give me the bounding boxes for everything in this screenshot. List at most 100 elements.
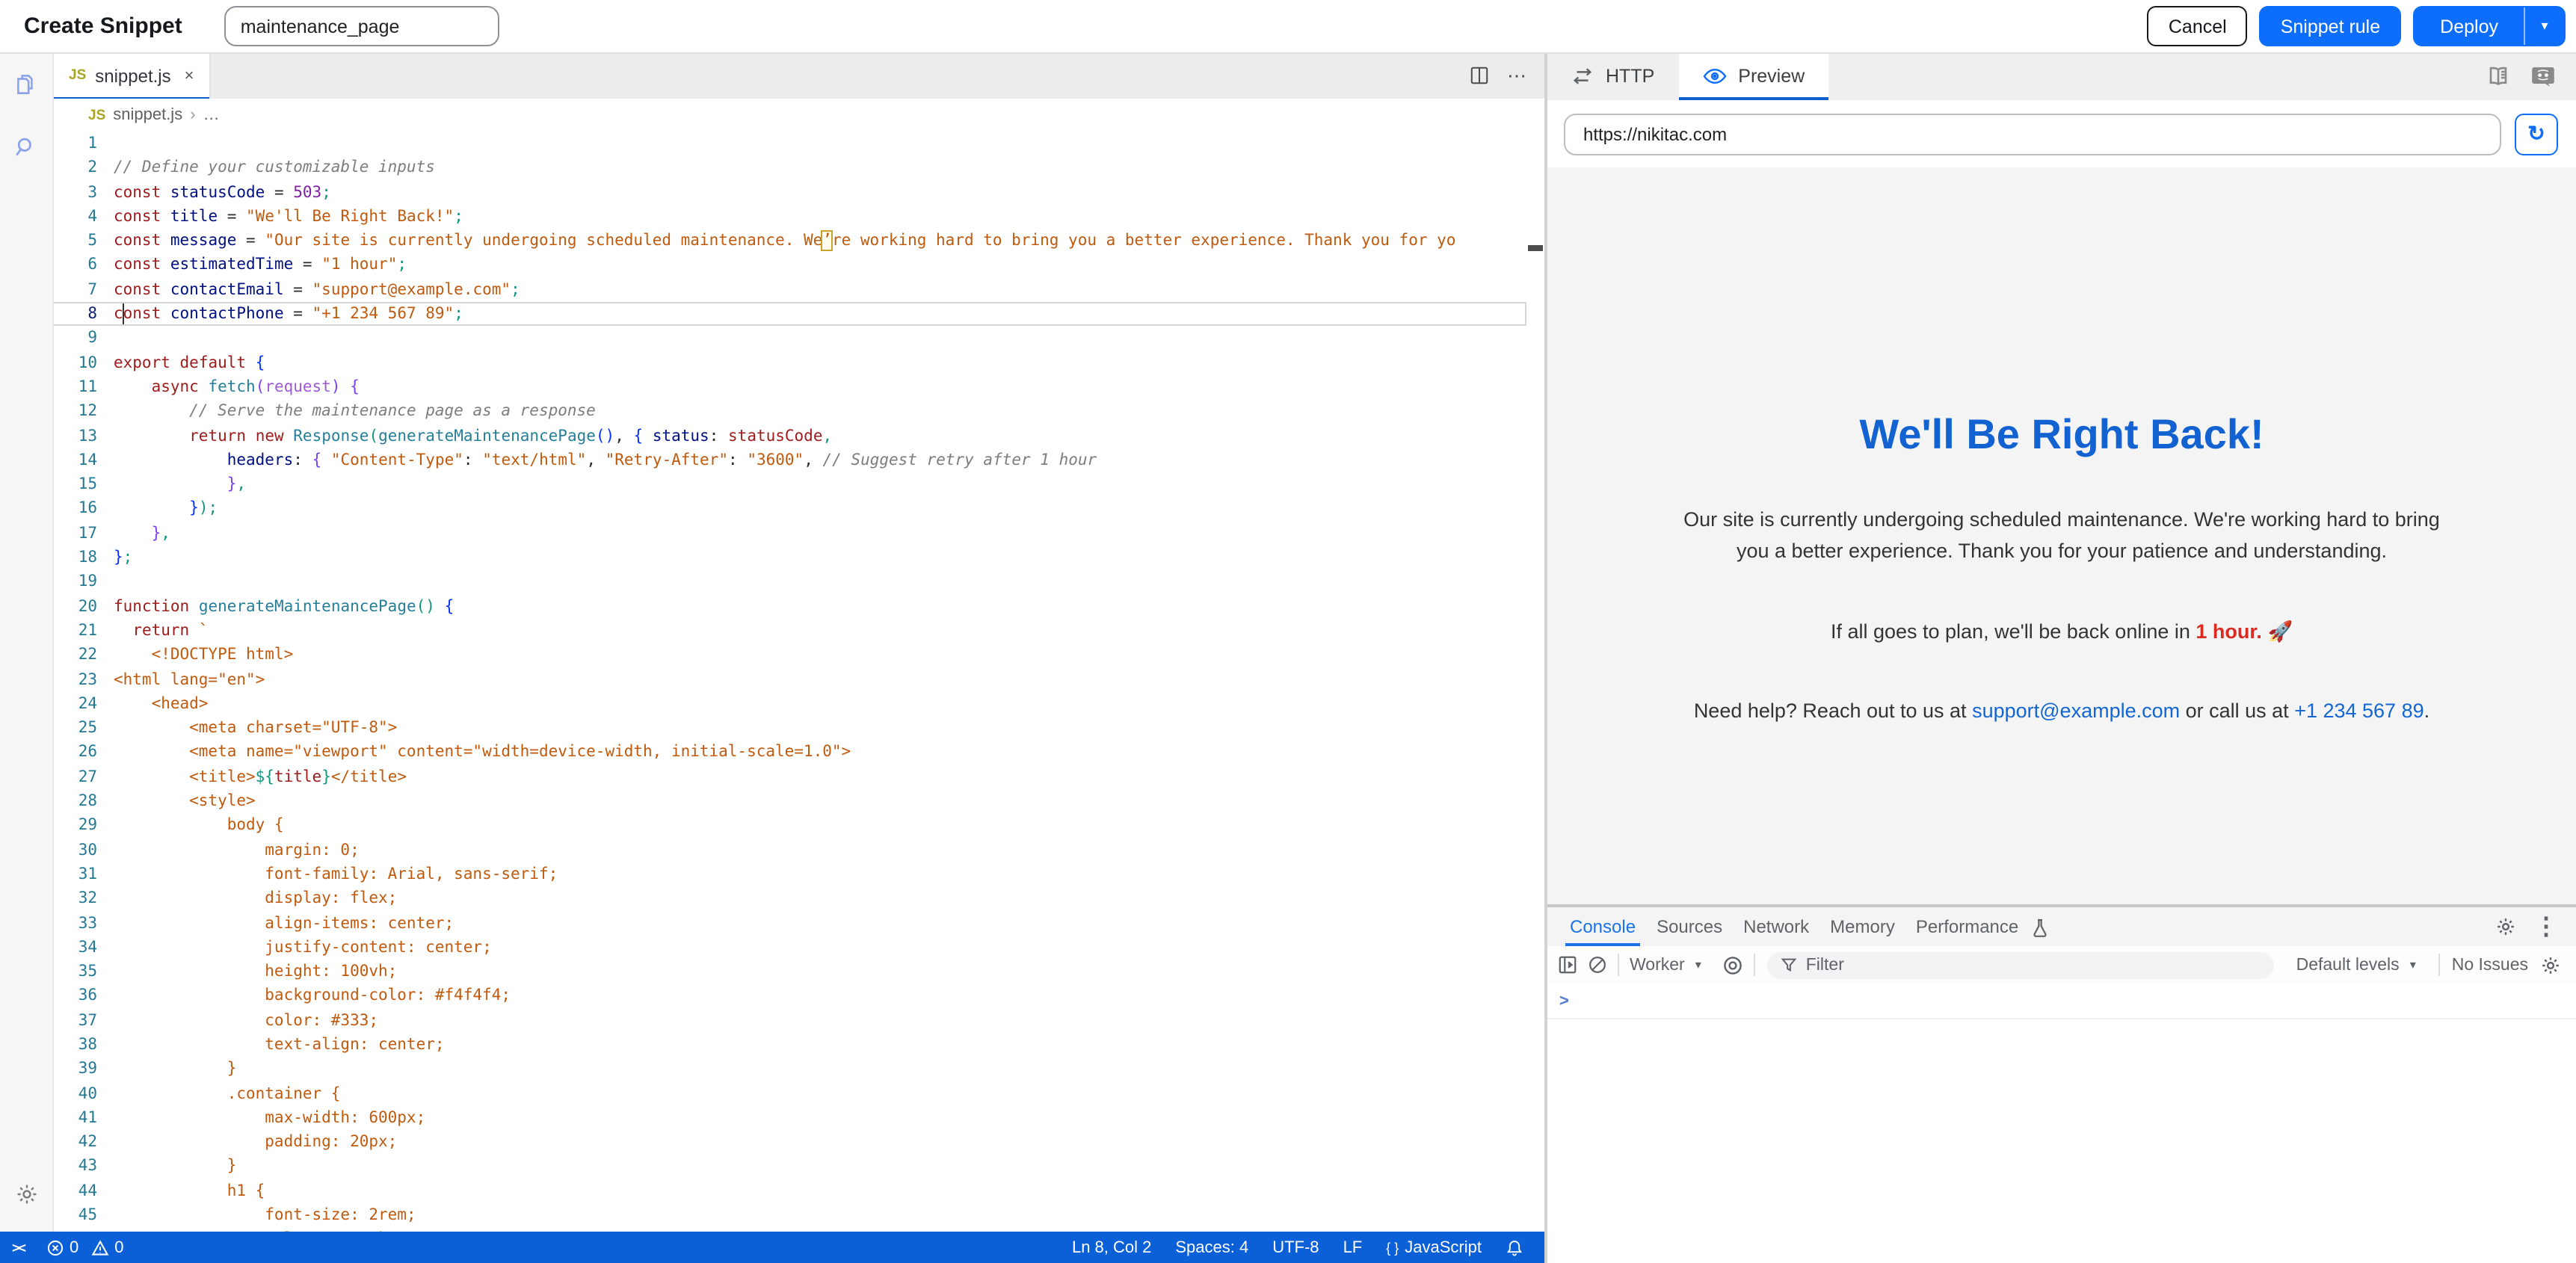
editor-scrollbar[interactable]: [1526, 132, 1544, 1232]
code-line[interactable]: 27 <title>${title}</title>: [52, 765, 1526, 789]
line-number[interactable]: 15: [52, 472, 97, 497]
deploy-dropdown-button[interactable]: ▾: [2524, 7, 2564, 45]
code-line[interactable]: 35 height: 100vh;: [52, 960, 1526, 984]
remote-indicator-icon[interactable]: ><: [0, 1232, 37, 1263]
problems-status[interactable]: 0 0: [37, 1232, 133, 1263]
line-number[interactable]: 2: [52, 156, 97, 181]
notifications-bell-icon[interactable]: [1497, 1238, 1532, 1256]
context-selector[interactable]: Worker ▾: [1619, 956, 1712, 974]
code-line[interactable]: 43 }: [52, 1155, 1526, 1179]
encoding-setting[interactable]: UTF-8: [1263, 1238, 1328, 1256]
code-line[interactable]: 11 async fetch(request) {: [52, 375, 1526, 400]
devtools-tab-sources[interactable]: Sources: [1646, 907, 1733, 946]
code-line[interactable]: 24 <head>: [52, 692, 1526, 717]
code-line[interactable]: 15 },: [52, 472, 1526, 497]
line-number[interactable]: 9: [52, 327, 97, 351]
settings-gear-icon[interactable]: [0, 1163, 52, 1226]
snippet-rule-button[interactable]: Snippet rule: [2260, 6, 2401, 46]
line-number[interactable]: 25: [52, 716, 97, 741]
line-number[interactable]: 14: [52, 448, 97, 473]
breadcrumb-more[interactable]: …: [203, 106, 220, 124]
line-number[interactable]: 6: [52, 253, 97, 278]
line-number[interactable]: 31: [52, 862, 97, 887]
code-line[interactable]: 21 return `: [52, 619, 1526, 643]
scrollbar-thumb[interactable]: [1528, 245, 1543, 251]
code-line[interactable]: 38 text-align: center;: [52, 1033, 1526, 1057]
tab-http[interactable]: HTTP: [1547, 52, 1678, 100]
code-line[interactable]: 9: [52, 327, 1526, 351]
code-line[interactable]: 1: [52, 132, 1526, 156]
devtools-more-menu-icon[interactable]: ⋮: [2534, 912, 2558, 942]
code-line[interactable]: 12 // Serve the maintenance page as a re…: [52, 400, 1526, 424]
code-line[interactable]: 17 },: [52, 522, 1526, 546]
code-line[interactable]: 33 align-items: center;: [52, 911, 1526, 936]
deploy-button[interactable]: Deploy: [2415, 7, 2524, 45]
code-line[interactable]: 26 <meta name="viewport" content="width=…: [52, 741, 1526, 765]
code-line[interactable]: 31 font-family: Arial, sans-serif;: [52, 862, 1526, 887]
code-line[interactable]: 7const contactEmail = "support@example.c…: [52, 278, 1526, 303]
line-number[interactable]: 27: [52, 765, 97, 789]
devtools-tab-network[interactable]: Network: [1733, 907, 1819, 946]
issues-counter[interactable]: No Issues: [2452, 956, 2528, 974]
line-number[interactable]: 28: [52, 789, 97, 814]
email-link[interactable]: support@example.com: [1972, 700, 2180, 722]
line-number[interactable]: 37: [52, 1008, 97, 1033]
code-line[interactable]: 45 font-size: 2rem;: [52, 1203, 1526, 1228]
code-line[interactable]: 5const message = "Our site is currently …: [52, 229, 1526, 253]
line-number[interactable]: 4: [52, 205, 97, 229]
devtools-tab-performance[interactable]: Performance: [1905, 907, 2029, 946]
docs-book-icon[interactable]: [2486, 66, 2510, 87]
breadcrumb-file[interactable]: snippet.js: [113, 106, 182, 124]
line-number[interactable]: 40: [52, 1081, 97, 1106]
line-number[interactable]: 17: [52, 522, 97, 546]
tab-close-icon[interactable]: ×: [185, 67, 194, 84]
line-number[interactable]: 29: [52, 814, 97, 839]
code-line[interactable]: 2// Define your customizable inputs: [52, 156, 1526, 181]
code-line[interactable]: 28 <style>: [52, 789, 1526, 814]
split-editor-icon[interactable]: [1470, 66, 1489, 85]
code-line[interactable]: 41 max-width: 600px;: [52, 1106, 1526, 1131]
line-number[interactable]: 12: [52, 400, 97, 424]
breadcrumb[interactable]: JS snippet.js › …: [52, 99, 1544, 132]
console-sidebar-toggle-icon[interactable]: [1558, 955, 1577, 975]
code-line[interactable]: 3const statusCode = 503;: [52, 180, 1526, 205]
line-number[interactable]: 20: [52, 594, 97, 619]
code-line[interactable]: 22 <!DOCTYPE html>: [52, 643, 1526, 667]
line-number[interactable]: 44: [52, 1179, 97, 1204]
line-number[interactable]: 1: [52, 132, 97, 156]
code-line[interactable]: 30 margin: 0;: [52, 838, 1526, 862]
line-number[interactable]: 24: [52, 692, 97, 717]
line-number[interactable]: 16: [52, 497, 97, 522]
console-prompt[interactable]: >: [1547, 983, 2576, 1019]
snippet-name-input[interactable]: [224, 6, 499, 46]
line-number[interactable]: 22: [52, 643, 97, 667]
line-number[interactable]: 43: [52, 1155, 97, 1179]
editor-more-actions-icon[interactable]: ⋯: [1507, 64, 1526, 87]
code-line[interactable]: 10export default {: [52, 351, 1526, 375]
line-number[interactable]: 3: [52, 180, 97, 205]
line-number[interactable]: 5: [52, 229, 97, 253]
line-number[interactable]: 32: [52, 886, 97, 911]
line-number[interactable]: 13: [52, 424, 97, 448]
console-filter-input[interactable]: Filter: [1767, 951, 2274, 978]
code-line[interactable]: 19: [52, 570, 1526, 595]
code-line[interactable]: 37 color: #333;: [52, 1008, 1526, 1033]
code-line[interactable]: 42 padding: 20px;: [52, 1130, 1526, 1155]
files-icon[interactable]: [0, 52, 52, 115]
experiments-beaker-icon[interactable]: [2032, 907, 2048, 946]
console-output[interactable]: >: [1547, 983, 2576, 1263]
code-line[interactable]: 40 .container {: [52, 1081, 1526, 1106]
line-number[interactable]: 23: [52, 667, 97, 692]
code-line[interactable]: 32 display: flex;: [52, 886, 1526, 911]
line-number[interactable]: 41: [52, 1106, 97, 1131]
clear-console-icon[interactable]: [1588, 955, 1607, 975]
code-line[interactable]: 6const estimatedTime = "1 hour";: [52, 253, 1526, 278]
line-number[interactable]: 45: [52, 1203, 97, 1228]
code-line[interactable]: 8const contactPhone = "+1 234 567 89";: [52, 302, 1526, 327]
line-number[interactable]: 36: [52, 984, 97, 1009]
line-number[interactable]: 19: [52, 570, 97, 595]
tab-snippet-js[interactable]: JS snippet.js ×: [54, 52, 211, 99]
line-number[interactable]: 35: [52, 960, 97, 984]
code-line[interactable]: 16 });: [52, 497, 1526, 522]
devtools-tab-memory[interactable]: Memory: [1819, 907, 1905, 946]
